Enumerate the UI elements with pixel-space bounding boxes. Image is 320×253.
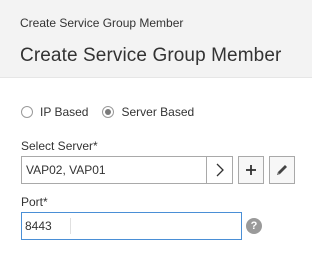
radio-server-based-button[interactable] [102,106,115,118]
radio-ip-based-label[interactable]: IP Based [40,105,88,119]
edit-server-button[interactable] [269,156,295,184]
select-server-row [21,156,295,184]
pencil-icon [277,165,287,175]
port-label: Port* [21,195,48,209]
select-server-label: Select Server* [21,139,98,153]
radio-server-based[interactable]: Server Based [102,105,194,119]
text-cursor [70,218,71,234]
radio-ip-based[interactable]: IP Based [21,105,88,119]
page-title: Create Service Group Member [20,45,282,66]
plus-icon [246,165,256,175]
member-type-radio-group: IP Based Server Based [21,104,208,120]
breadcrumb: Create Service Group Member [20,16,184,30]
radio-ip-based-button[interactable] [21,106,33,118]
port-input[interactable] [21,212,242,240]
page-header: Create Service Group Member Create Servi… [0,0,312,78]
radio-server-based-label[interactable]: Server Based [121,105,194,119]
select-server-button[interactable] [206,156,233,184]
select-server-input[interactable] [21,156,206,184]
chevron-right-icon [216,163,224,177]
add-server-button[interactable] [238,156,264,184]
help-icon[interactable]: ? [246,218,262,234]
